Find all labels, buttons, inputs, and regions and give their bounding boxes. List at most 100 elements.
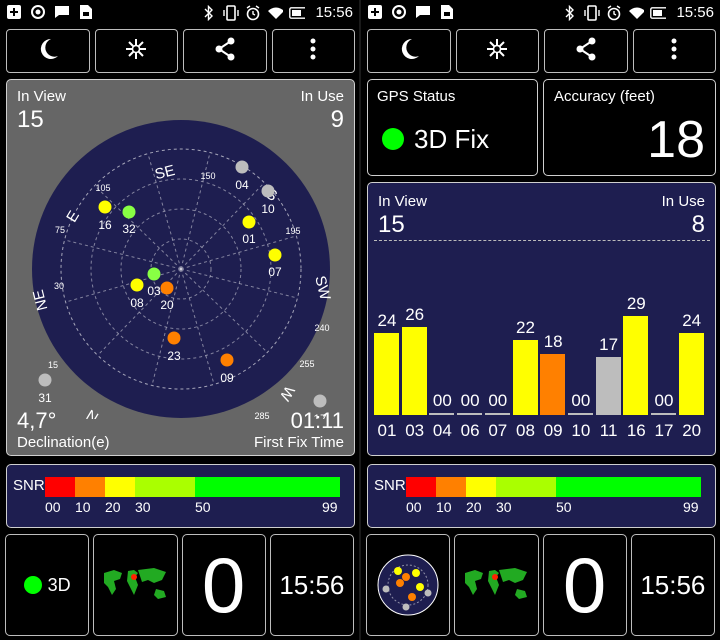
mini-sky-widget[interactable]	[366, 534, 451, 636]
snr-value-03: 26	[405, 305, 425, 324]
satellite-label: 09	[220, 371, 234, 385]
satellite-label: 23	[167, 349, 181, 363]
satellite-label: 04	[235, 178, 249, 192]
overflow-menu-button[interactable]	[271, 29, 355, 73]
snr-seg-3	[135, 477, 195, 497]
in-use-count: 9	[330, 106, 344, 133]
satellite-dot	[122, 205, 136, 219]
satellite-dot	[242, 215, 256, 229]
fix-status-widget[interactable]: 3D	[5, 534, 90, 636]
satellite-dot	[98, 200, 112, 214]
snr-value-07: 00	[488, 391, 508, 410]
satellite-label: 07	[268, 265, 282, 279]
prn-label-06: 06	[460, 421, 480, 440]
toolbar	[6, 29, 355, 73]
snr-value-20: 24	[682, 311, 702, 330]
sky-plot: SESSWWNWNNEE 150195240255285300330345153…	[31, 120, 331, 419]
world-map-widget[interactable]	[454, 534, 539, 636]
snr-color-scale	[406, 477, 701, 497]
snr-bar-17	[651, 413, 676, 415]
clock-value: 15:56	[279, 569, 345, 600]
snr-value-11: 17	[599, 335, 619, 354]
prn-label-17: 17	[654, 421, 674, 440]
prn-label-16: 16	[626, 421, 646, 440]
world-map-icon	[98, 565, 173, 605]
gps-status-panel: GPS Status 3D Fix	[367, 79, 538, 176]
sun-icon	[486, 38, 508, 65]
snr-bar-04	[429, 413, 455, 415]
prn-label-04: 04	[432, 421, 452, 440]
day-mode-button[interactable]	[455, 29, 539, 73]
degree-label-8: 15	[48, 360, 58, 370]
status-clock: 15:56	[676, 4, 714, 21]
snr-bar-03	[401, 327, 427, 415]
satellite-dot	[160, 281, 174, 295]
snr-legend: SNR 00 10 20 30 50 99	[6, 464, 355, 528]
snr-seg-3	[496, 477, 556, 497]
degree-label-11: 105	[95, 183, 110, 193]
snr-tick-5: 99	[683, 499, 699, 515]
degree-label-1: 195	[285, 226, 300, 236]
snr-tick-1: 10	[75, 499, 91, 515]
satellite-dot	[38, 373, 52, 387]
prn-label-08: 08	[516, 421, 535, 440]
satellite-label: 31	[38, 391, 52, 405]
add-icon	[6, 4, 22, 20]
satellite-dot	[167, 331, 181, 345]
snr-bar-09	[540, 354, 566, 415]
overflow-menu-button[interactable]	[632, 29, 716, 73]
world-map-widget[interactable]	[93, 534, 178, 636]
snr-tick-2: 20	[105, 499, 121, 515]
prn-label-07: 07	[488, 421, 508, 440]
snr-tick-1: 10	[436, 499, 452, 515]
sun-icon	[125, 38, 147, 65]
accuracy-value: 18	[647, 111, 705, 169]
battery-icon	[289, 5, 306, 21]
snr-legend: SNR 00 10 20 30 50 99	[367, 464, 716, 528]
fix-badge: 3D	[47, 574, 71, 595]
in-view-count: 15	[378, 211, 405, 238]
snr-seg-1	[75, 477, 105, 497]
snr-tick-0: 00	[45, 499, 61, 515]
snr-bar-10	[567, 413, 593, 415]
toolbar	[367, 29, 716, 73]
snr-tick-3: 30	[135, 499, 151, 515]
snr-tick-2: 20	[466, 499, 482, 515]
night-mode-button[interactable]	[6, 29, 90, 73]
bluetooth-icon	[201, 4, 217, 21]
satellite-dot	[130, 278, 144, 292]
clock-widget[interactable]: 15:56	[269, 534, 354, 636]
satellites-in-use-widget[interactable]: 0	[542, 534, 627, 636]
accuracy-panel: Accuracy (feet) 18	[543, 79, 716, 176]
world-map-icon	[459, 565, 534, 605]
snr-seg-0	[406, 477, 436, 497]
snr-seg-2	[466, 477, 496, 497]
prn-label-11: 11	[599, 421, 618, 440]
alarm-icon	[606, 4, 622, 21]
share-icon	[214, 37, 236, 66]
snr-bar-chart: 24 01 26 03 00 04 00 06 00 07 22 08 18 09 00 10 17 11 29 16…	[368, 243, 717, 440]
snr-bar-16	[623, 316, 649, 415]
night-mode-button[interactable]	[367, 29, 451, 73]
in-use-count: 8	[691, 211, 705, 238]
degree-label-9: 30	[54, 281, 64, 291]
location-icon	[391, 4, 407, 20]
vibrate-icon	[223, 4, 240, 21]
prn-label-09: 09	[543, 421, 563, 440]
sky-panel: In View 15 In Use 9 4,7° Declination(e) …	[6, 79, 355, 456]
gps-status-indicator	[382, 128, 404, 150]
degree-label-2: 240	[314, 323, 329, 333]
satellite-label: 20	[160, 298, 174, 312]
more-vert-icon	[310, 38, 316, 65]
clock-widget[interactable]: 15:56	[630, 534, 715, 636]
share-button[interactable]	[183, 29, 267, 73]
wifi-icon	[628, 5, 645, 21]
battery-icon	[650, 5, 667, 21]
day-mode-button[interactable]	[94, 29, 178, 73]
gps-status-value: 3D Fix	[414, 124, 490, 154]
chart-top-line	[374, 240, 710, 241]
satellites-in-use-widget[interactable]: 0	[181, 534, 266, 636]
in-view-label: In View	[378, 193, 427, 210]
share-button[interactable]	[544, 29, 628, 73]
satellite-label: 01	[242, 232, 256, 246]
